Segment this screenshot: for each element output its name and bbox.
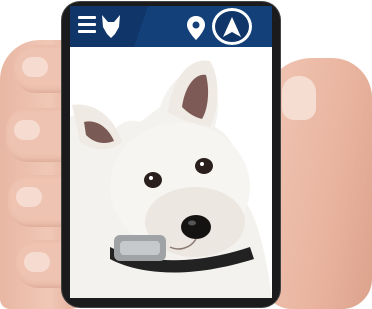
- fingernail: [14, 120, 40, 140]
- fingernail: [24, 252, 50, 272]
- app-topbar: [70, 6, 272, 47]
- fingernail: [16, 187, 42, 207]
- fingernail: [22, 57, 48, 77]
- scene: [0, 0, 372, 309]
- dog-with-collar-image: [70, 47, 272, 298]
- map-pin-icon[interactable]: [186, 15, 206, 41]
- dog-head-logo-icon: [100, 13, 122, 39]
- compass-arrow-icon[interactable]: [212, 8, 252, 45]
- phone-screen: [70, 6, 272, 298]
- hamburger-menu-icon[interactable]: [78, 16, 96, 34]
- thumbnail-nail: [282, 76, 316, 120]
